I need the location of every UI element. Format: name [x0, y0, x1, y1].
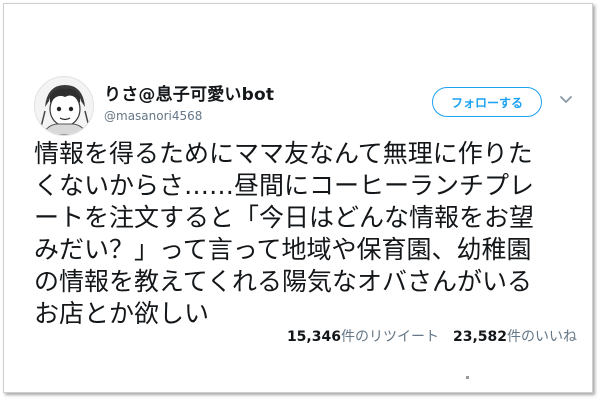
like-count: 23,582	[452, 329, 507, 345]
tweet-text-line: みだい？」って言って地域や保育園、幼稚園	[34, 235, 532, 264]
divider-dot	[466, 376, 469, 379]
tweet-text-line: くないからさ……昼間にコーヒーランチプレ	[34, 171, 535, 200]
tweet-text-line: 情報を得るためにママ友なんて無理に作りた	[34, 139, 533, 168]
tweet-text-line: の情報を教えてくれる陽気なオバさんがいる	[34, 267, 533, 296]
tweet-text: 情報を得るためにママ友なんて無理に作りた くないからさ……昼間にコーヒーランチプ…	[34, 138, 584, 330]
retweet-stat[interactable]: 15,346件のリツイート	[287, 329, 439, 345]
user-display-name[interactable]: りさ@息子可愛いbot	[104, 80, 274, 105]
tweet-stats: 15,346件のリツイート 23,582件のいいね	[287, 326, 577, 346]
avatar-illustration-icon	[35, 77, 93, 135]
follow-button[interactable]: フォローする	[432, 87, 542, 117]
chevron-down-icon[interactable]	[559, 95, 573, 105]
tweet-card: りさ@息子可愛いbot @masanori4568 フォローする 情報を得るため…	[3, 3, 593, 393]
like-stat[interactable]: 23,582件のいいね	[453, 329, 577, 345]
user-handle[interactable]: @masanori4568	[104, 109, 202, 123]
user-avatar[interactable]	[34, 76, 94, 136]
tweet-text-line: ートを注文すると「今日はどんな情報をお望	[34, 203, 535, 232]
retweet-count: 15,346	[286, 329, 341, 345]
like-label: 件のいいね	[507, 329, 577, 345]
retweet-label: 件のリツイート	[340, 329, 439, 345]
